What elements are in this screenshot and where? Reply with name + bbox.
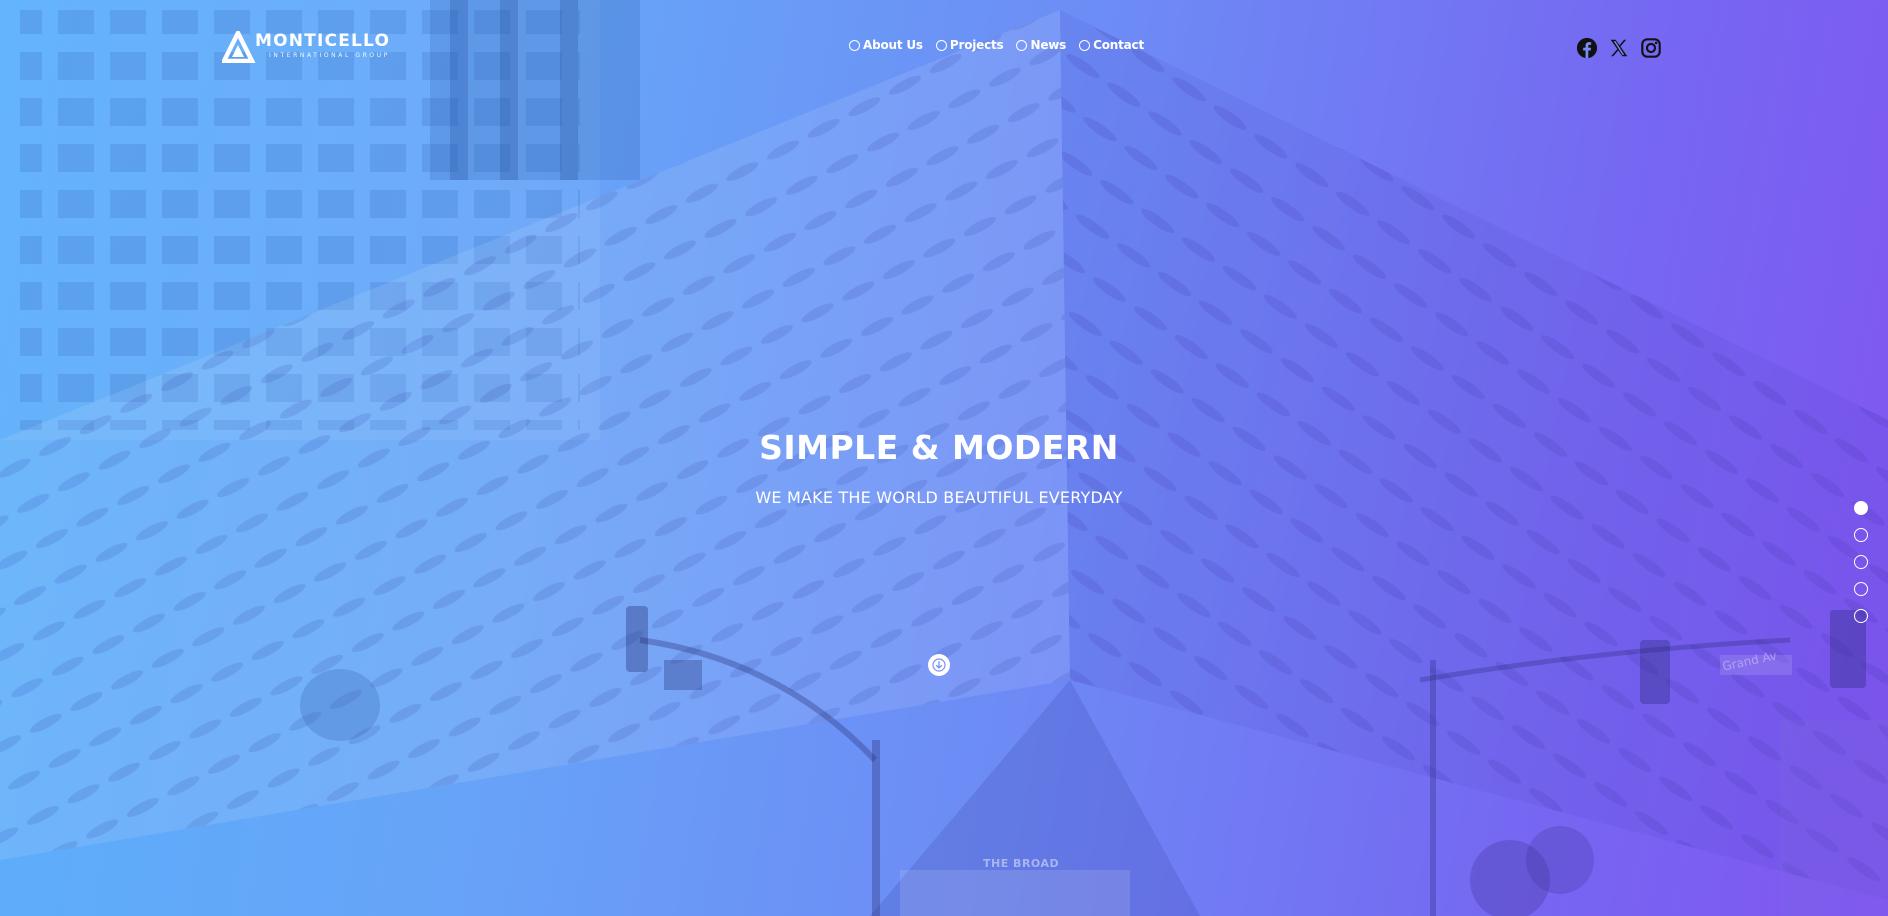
facebook-icon[interactable] [1576, 37, 1598, 59]
instagram-icon[interactable] [1640, 37, 1662, 59]
nav-item-projects[interactable]: Projects [935, 38, 1004, 52]
triangle-logo-icon [222, 31, 256, 63]
x-twitter-icon[interactable] [1608, 37, 1630, 59]
circle-icon [1079, 39, 1091, 51]
section-pagination [1854, 501, 1868, 623]
hero-section: THE BROAD Grand Av MONTICELLO INTERNATIO… [0, 0, 1888, 916]
brand-logo[interactable]: MONTICELLO INTERNATIONAL GROUP [222, 30, 389, 64]
arrow-down-icon [932, 658, 946, 672]
brand-subtitle: INTERNATIONAL GROUP [269, 52, 390, 59]
nav-label: Projects [949, 38, 1004, 52]
nav-label: Contact [1093, 38, 1144, 52]
nav-item-news[interactable]: News [1016, 38, 1066, 52]
hero-tagline: WE MAKE THE WORLD BEAUTIFUL EVERYDAY [755, 488, 1123, 507]
brand-name: MONTICELLO [255, 31, 391, 51]
pagination-dot-1[interactable] [1854, 501, 1868, 515]
nav-item-contact[interactable]: Contact [1079, 38, 1144, 52]
circle-icon [935, 39, 947, 51]
hero-title: SIMPLE & MODERN [759, 428, 1119, 467]
main-nav: About Us Projects News Contact [849, 38, 1144, 52]
pagination-dot-2[interactable] [1854, 528, 1868, 542]
social-links [1576, 37, 1662, 59]
nav-label: News [1030, 38, 1067, 52]
pagination-dot-3[interactable] [1854, 555, 1868, 569]
nav-item-about-us[interactable]: About Us [849, 38, 923, 52]
building-sign-text: THE BROAD [983, 857, 1060, 870]
pagination-dot-4[interactable] [1854, 582, 1868, 596]
brand-wordmark: MONTICELLO INTERNATIONAL GROUP [255, 32, 390, 60]
circle-icon [849, 39, 860, 51]
pagination-dot-5[interactable] [1854, 609, 1868, 623]
nav-label: About Us [863, 38, 923, 52]
circle-icon [1016, 39, 1028, 51]
scroll-down-button[interactable] [928, 654, 950, 676]
